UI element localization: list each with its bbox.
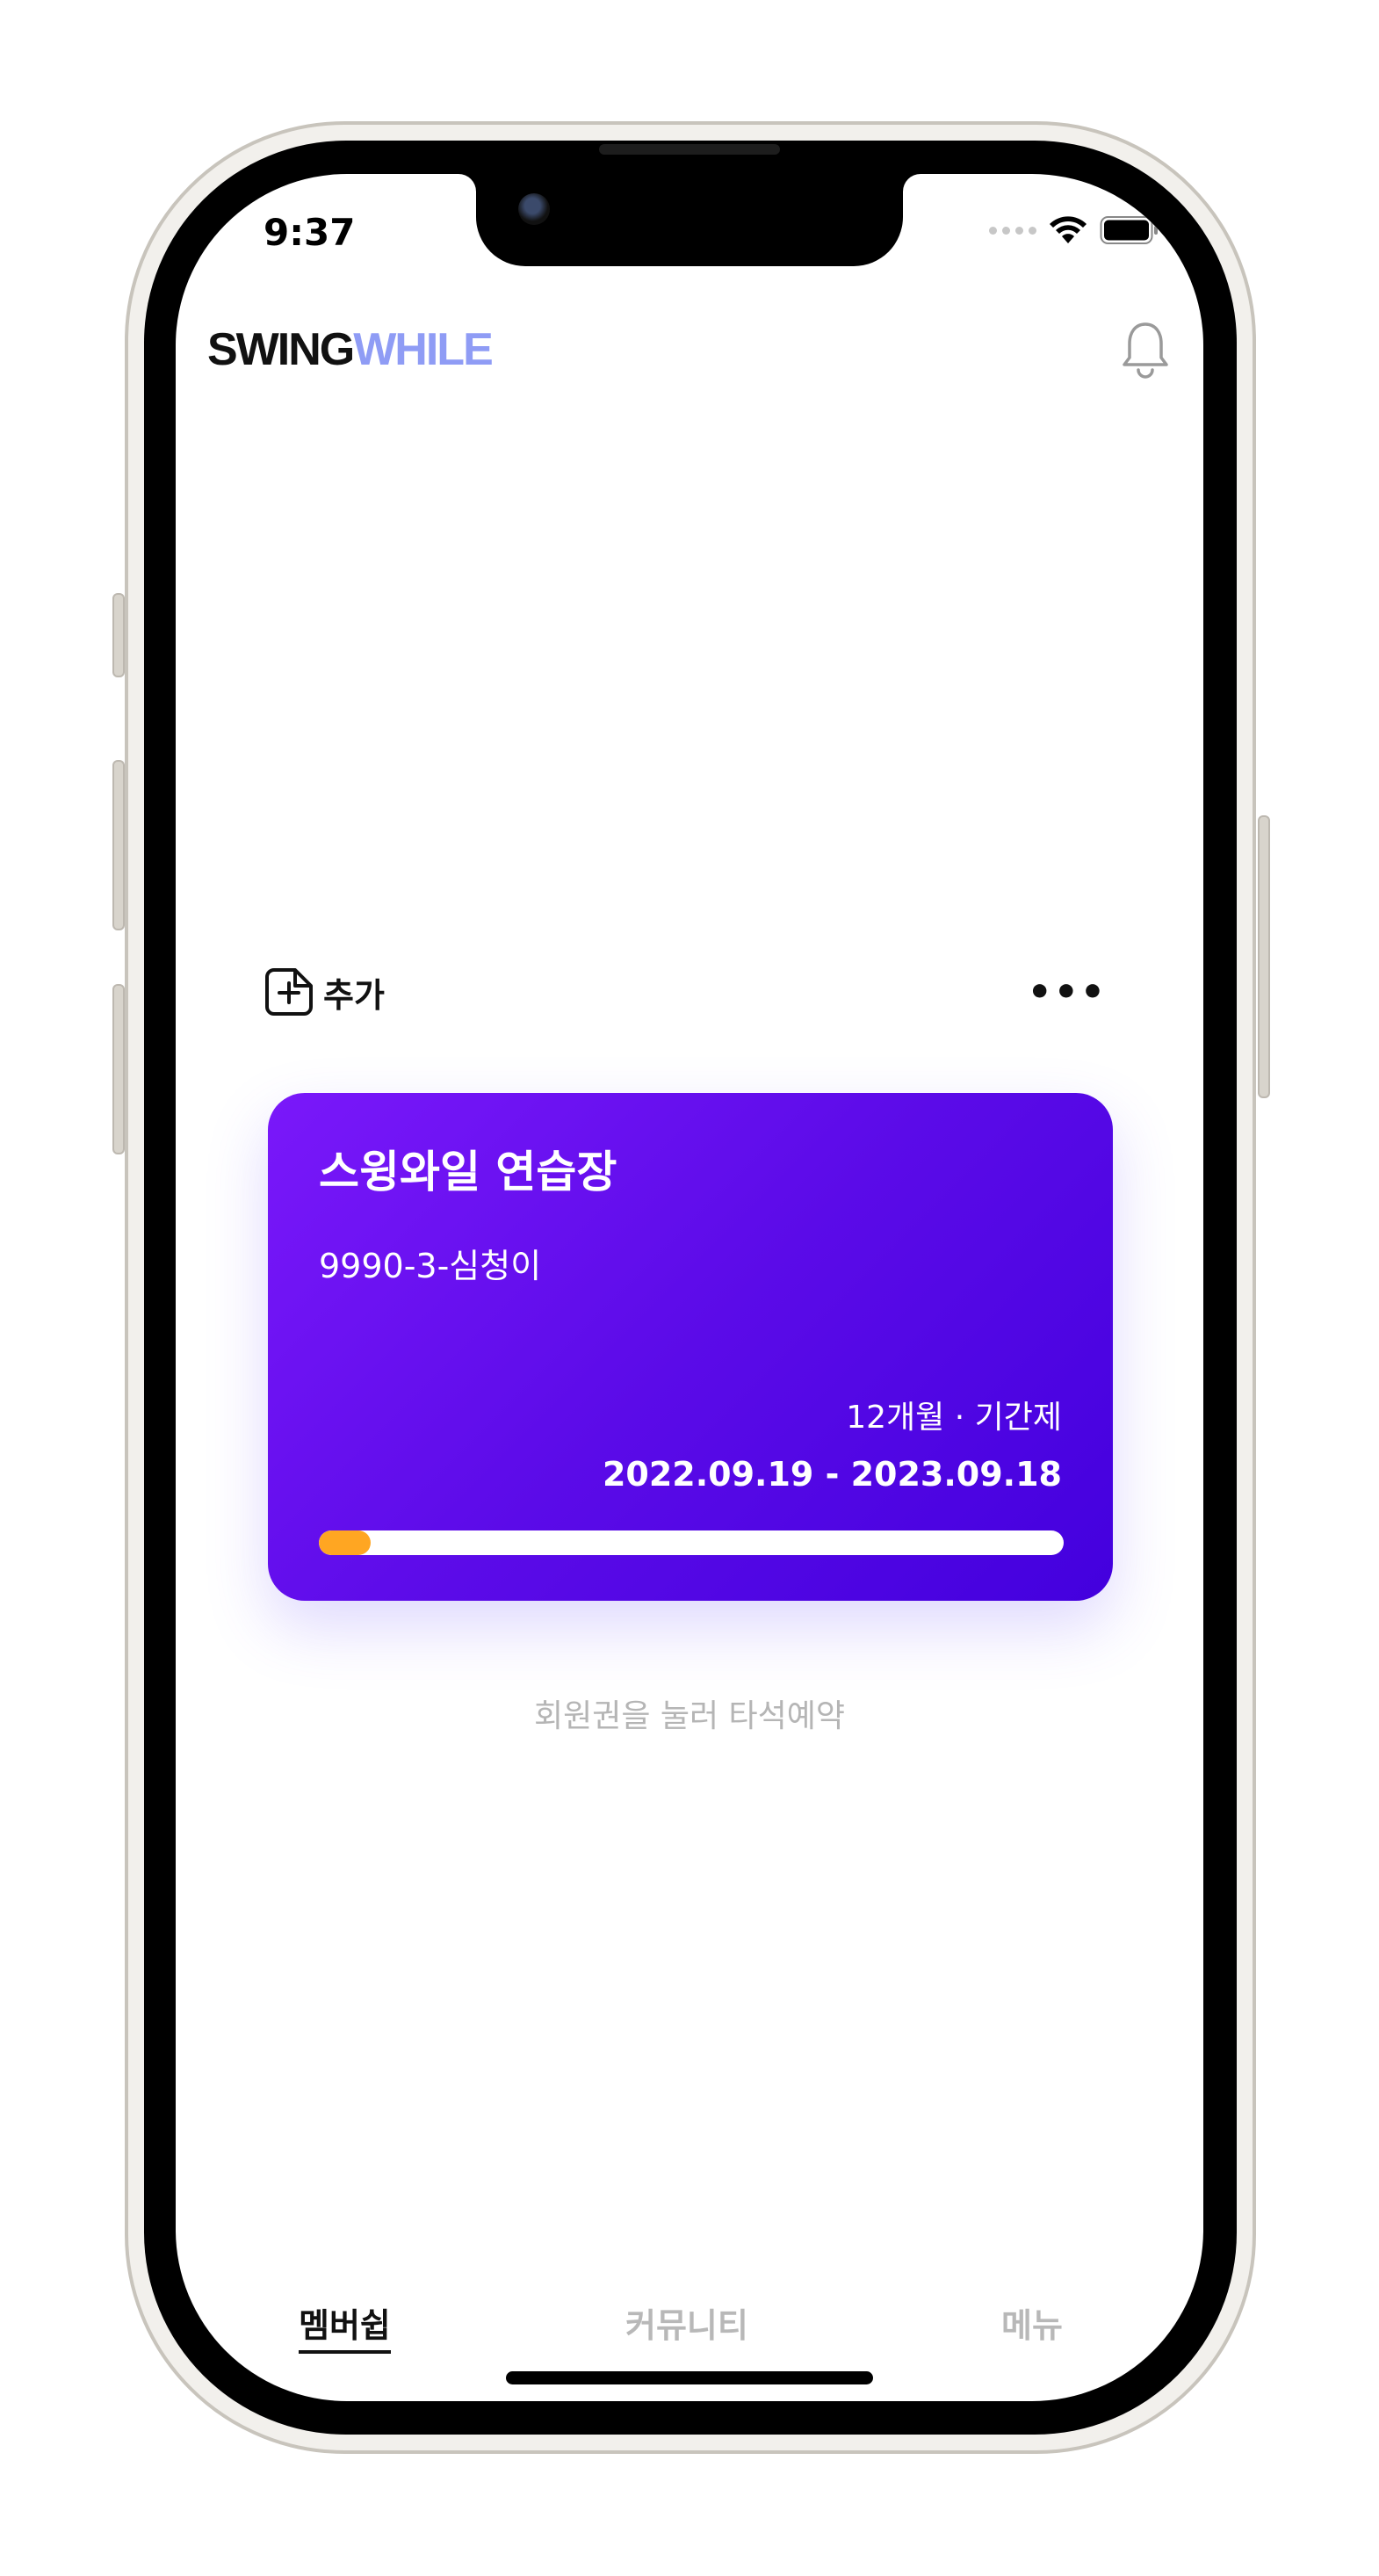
more-options-button[interactable]: ••• [1028,973,1107,1012]
document-plus-icon [265,968,313,1016]
app-logo: SWINGWHILE [207,324,494,375]
home-indicator [506,2371,873,2384]
add-label: 추가 [323,975,385,1015]
card-title: 스윙와일 연습장 [319,1147,617,1198]
membership-card[interactable]: 스윙와일 연습장 9990-3-심청이 12개월 · 기간제 2022.09.1… [268,1093,1113,1601]
side-button-left-1 [112,593,125,677]
side-button-left-3 [112,984,125,1154]
bell-icon[interactable] [1119,319,1172,380]
tab-bar: 멤버쉽 커뮤니티 메뉴 [176,2298,1203,2369]
speaker-grille [599,144,780,155]
status-icons [989,213,1159,248]
battery-icon [1100,216,1158,244]
member-code: 9990-3-심청이 [319,1247,542,1285]
status-time: 9:37 [264,211,356,254]
wifi-icon [1050,216,1087,243]
tab-community[interactable]: 커뮤니티 [625,2298,748,2347]
plan-type: 12개월 · 기간제 [846,1400,1062,1436]
front-camera [518,193,550,225]
signal-icon [989,226,1036,235]
progress-fill [319,1530,372,1555]
add-membership-button[interactable]: 추가 [264,966,385,1017]
tab-menu[interactable]: 메뉴 [1001,2298,1063,2347]
reservation-hint: 회원권을 눌러 타석예약 [533,1698,846,1734]
side-button-right [1258,815,1270,1098]
tab-membership[interactable]: 멤버쉽 [299,2298,391,2354]
side-button-left-2 [112,760,125,930]
membership-period: 2022.09.19 - 2023.09.18 [602,1455,1062,1494]
app-screen: 9:37 SWINGWHILE 추가 ••• 스윙와일 연습장 9990-3-심… [176,174,1203,2401]
membership-progress-bar [319,1530,1064,1555]
